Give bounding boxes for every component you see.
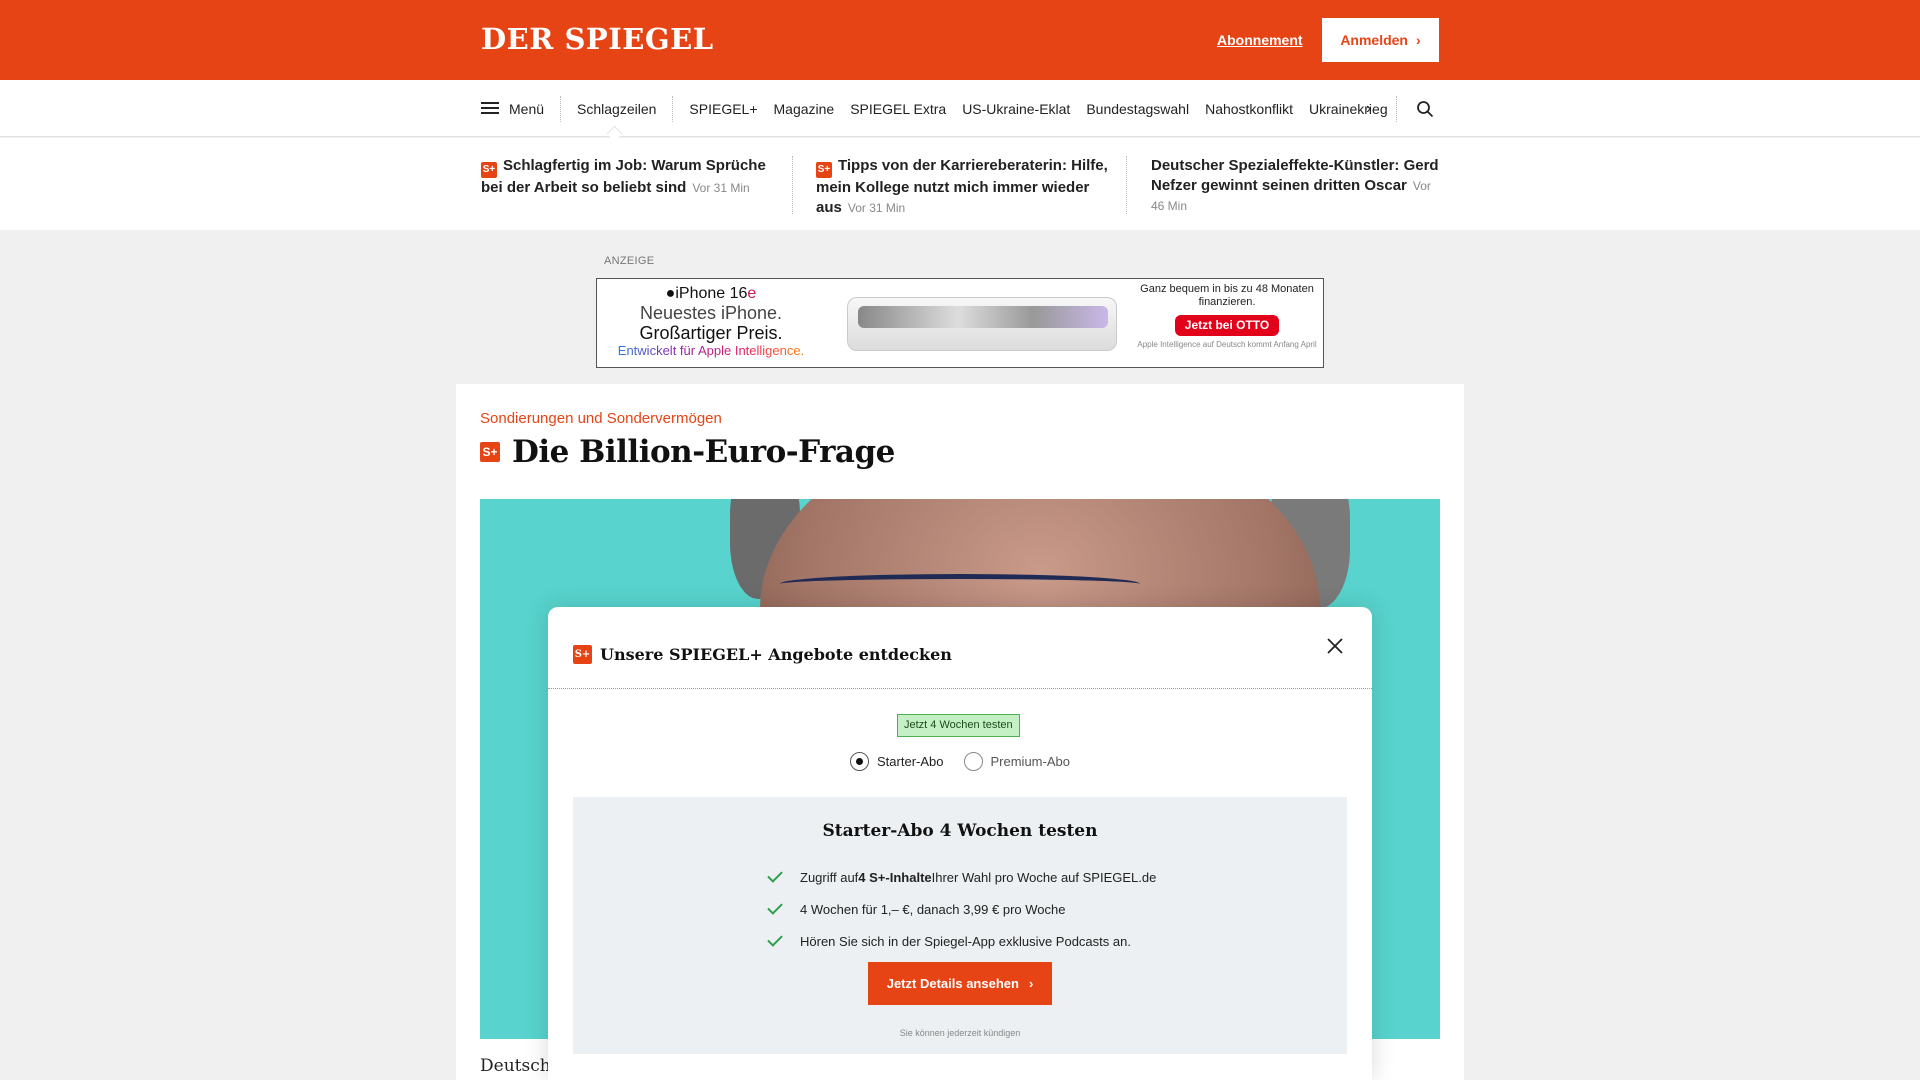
nav-item-magazine[interactable]: Magazine	[774, 101, 835, 117]
otto-button[interactable]: Jetzt bei OTTO	[1174, 315, 1280, 336]
details-button[interactable]: Jetzt Details ansehen ›	[868, 962, 1052, 1005]
teaser-item[interactable]: S+ Schlagfertig im Job: Warum Sprüche bei…	[481, 156, 777, 198]
details-button-label: Jetzt Details ansehen	[886, 976, 1019, 991]
nav-item-spiegelplus[interactable]: SPIEGEL+	[689, 101, 757, 117]
login-button-label: Anmelden	[1340, 32, 1408, 48]
main-nav: Menü Schlagzeilen SPIEGEL+ Magazine SPIE…	[0, 80, 1920, 137]
menu-label: Menü	[509, 100, 545, 117]
radio-premium-abo[interactable]: Premium-Abo	[963, 752, 1070, 771]
nav-item-us-ukraine-eklat[interactable]: US-Ukraine-Eklat	[962, 101, 1070, 117]
feature-list: Zugriff auf 4 S+-Inhalte Ihrer Wahl pro …	[767, 861, 1157, 957]
spiegel-plus-badge: S+	[573, 645, 592, 664]
site-header: DER SPIEGEL Abonnement Anmelden ›	[0, 0, 1920, 80]
ad-label: ANZEIGE	[604, 255, 655, 267]
hero-glasses	[780, 574, 1140, 594]
nav-items: Menü Schlagzeilen SPIEGEL+ Magazine SPIE…	[481, 80, 1388, 137]
plan-selector: Starter-Abo Premium-Abo	[548, 752, 1372, 771]
nav-item-schlagzeilen[interactable]: Schlagzeilen	[577, 95, 674, 122]
spiegel-plus-badge: S+	[816, 162, 832, 178]
teaser-divider	[1126, 156, 1127, 214]
ad-banner[interactable]: ●iPhone 16e Neuestes iPhone. Großartiger…	[596, 278, 1324, 368]
modal-title: S+ Unsere SPIEGEL+ Angebote entdecken	[573, 645, 952, 664]
check-icon	[767, 931, 783, 947]
ad-finance-text: Ganz bequem in bis zu 48 Monaten finanzi…	[1140, 283, 1314, 308]
headline-text: Die Billion-Euro-Frage	[512, 434, 895, 470]
cancel-note: Sie können jederzeit kündigen	[899, 1028, 1021, 1038]
login-button[interactable]: Anmelden ›	[1322, 18, 1439, 62]
check-icon	[767, 899, 783, 915]
radio-label: Premium-Abo	[990, 754, 1070, 769]
ad-brand-name: iPhone 16	[675, 285, 748, 302]
radio-unselected-icon	[963, 752, 983, 771]
ad-offer-block: Ganz bequem in bis zu 48 Monaten finanzi…	[1137, 283, 1317, 349]
apple-logo-icon: ●	[665, 285, 676, 302]
nav-item-nahostkonflikt[interactable]: Nahostkonflikt	[1205, 101, 1293, 117]
feature-text-bold: 4 S+-Inhalte	[858, 869, 932, 885]
check-icon	[767, 867, 783, 883]
feature-item: 4 Wochen für 1,– €, danach 3,99 € pro Wo…	[767, 893, 1156, 925]
subscription-modal: S+ Unsere SPIEGEL+ Angebote entdecken Je…	[548, 607, 1372, 1080]
chevron-right-icon: ›	[1028, 976, 1034, 991]
nav-divider	[1396, 96, 1397, 122]
ad-brand-suffix: e	[747, 285, 757, 302]
ad-brand: ●iPhone 16e	[611, 285, 811, 303]
chevron-right-icon: ›	[1416, 32, 1421, 48]
feature-text: Ihrer Wahl pro Woche auf SPIEGEL.de	[931, 869, 1157, 885]
menu-button[interactable]: Menü	[481, 95, 562, 122]
modal-title-text: Unsere SPIEGEL+ Angebote entdecken	[600, 645, 952, 664]
hamburger-icon	[481, 102, 499, 115]
spiegel-plus-badge: S+	[480, 442, 500, 462]
feature-text: Zugriff auf	[800, 869, 859, 885]
search-icon[interactable]	[1416, 100, 1434, 118]
ad-headline-2: Großartiger Preis.	[639, 323, 783, 343]
article-headline[interactable]: S+ Die Billion-Euro-Frage	[480, 434, 895, 470]
radio-selected-icon	[850, 752, 870, 771]
subscription-link[interactable]: Abonnement	[1217, 32, 1303, 48]
article-kicker[interactable]: Sondierungen und Sondervermögen	[480, 410, 722, 427]
feature-item: Hören Sie sich in der Spiegel-App exklus…	[767, 925, 1156, 957]
ad-text-block: ●iPhone 16e Neuestes iPhone. Großartiger…	[611, 285, 811, 358]
ad-footnote: Apple Intelligence auf Deutsch kommt Anf…	[1137, 340, 1317, 349]
nav-item-ukrainekrieg[interactable]: Ukrainekrieg	[1309, 101, 1388, 117]
feature-text: 4 Wochen für 1,– €, danach 3,99 € pro Wo…	[800, 901, 1066, 917]
radio-starter-abo[interactable]: Starter-Abo	[850, 752, 944, 771]
modal-header: S+ Unsere SPIEGEL+ Angebote entdecken	[548, 607, 1372, 689]
teaser-item[interactable]: Deutscher Spezialeffekte-Künstler: Gerd …	[1151, 156, 1447, 216]
offer-title: Starter-Abo 4 Wochen testen	[822, 821, 1098, 841]
offer-panel: Starter-Abo 4 Wochen testen Zugriff auf …	[573, 797, 1347, 1054]
feature-text: Hören Sie sich in der Spiegel-App exklus…	[800, 933, 1131, 949]
radio-label: Starter-Abo	[877, 754, 944, 769]
spiegel-logo[interactable]: DER SPIEGEL	[481, 22, 714, 56]
spiegel-plus-badge: S+	[481, 162, 497, 178]
teaser-divider	[792, 156, 793, 214]
ad-headline-1: Neuestes iPhone.	[639, 303, 783, 323]
nav-more-chevron-icon[interactable]: ›	[1366, 100, 1371, 118]
teaser-time: Vor 31 Min	[692, 181, 750, 195]
feature-item: Zugriff auf 4 S+-Inhalte Ihrer Wahl pro …	[767, 861, 1157, 893]
article-teaser-text: Deutschl	[480, 1056, 557, 1076]
teaser-item[interactable]: S+ Tipps von der Karriereberaterin: Hilfe…	[816, 156, 1112, 218]
trial-badge: Jetzt 4 Wochen testen	[897, 714, 1020, 737]
nav-item-bundestagswahl[interactable]: Bundestagswahl	[1086, 101, 1189, 117]
top-teasers: S+ Schlagfertig im Job: Warum Sprüche bei…	[0, 138, 1920, 230]
iphone-image	[847, 297, 1117, 351]
ad-intelligence-line: Entwickelt für Apple Intelligence.	[611, 343, 811, 358]
teaser-time: Vor 31 Min	[847, 201, 906, 215]
teaser-title: Deutscher Spezialeffekte-Künstler: Gerd …	[1151, 157, 1439, 194]
nav-item-spiegel-extra[interactable]: SPIEGEL Extra	[850, 101, 946, 117]
close-icon[interactable]	[1324, 635, 1346, 657]
